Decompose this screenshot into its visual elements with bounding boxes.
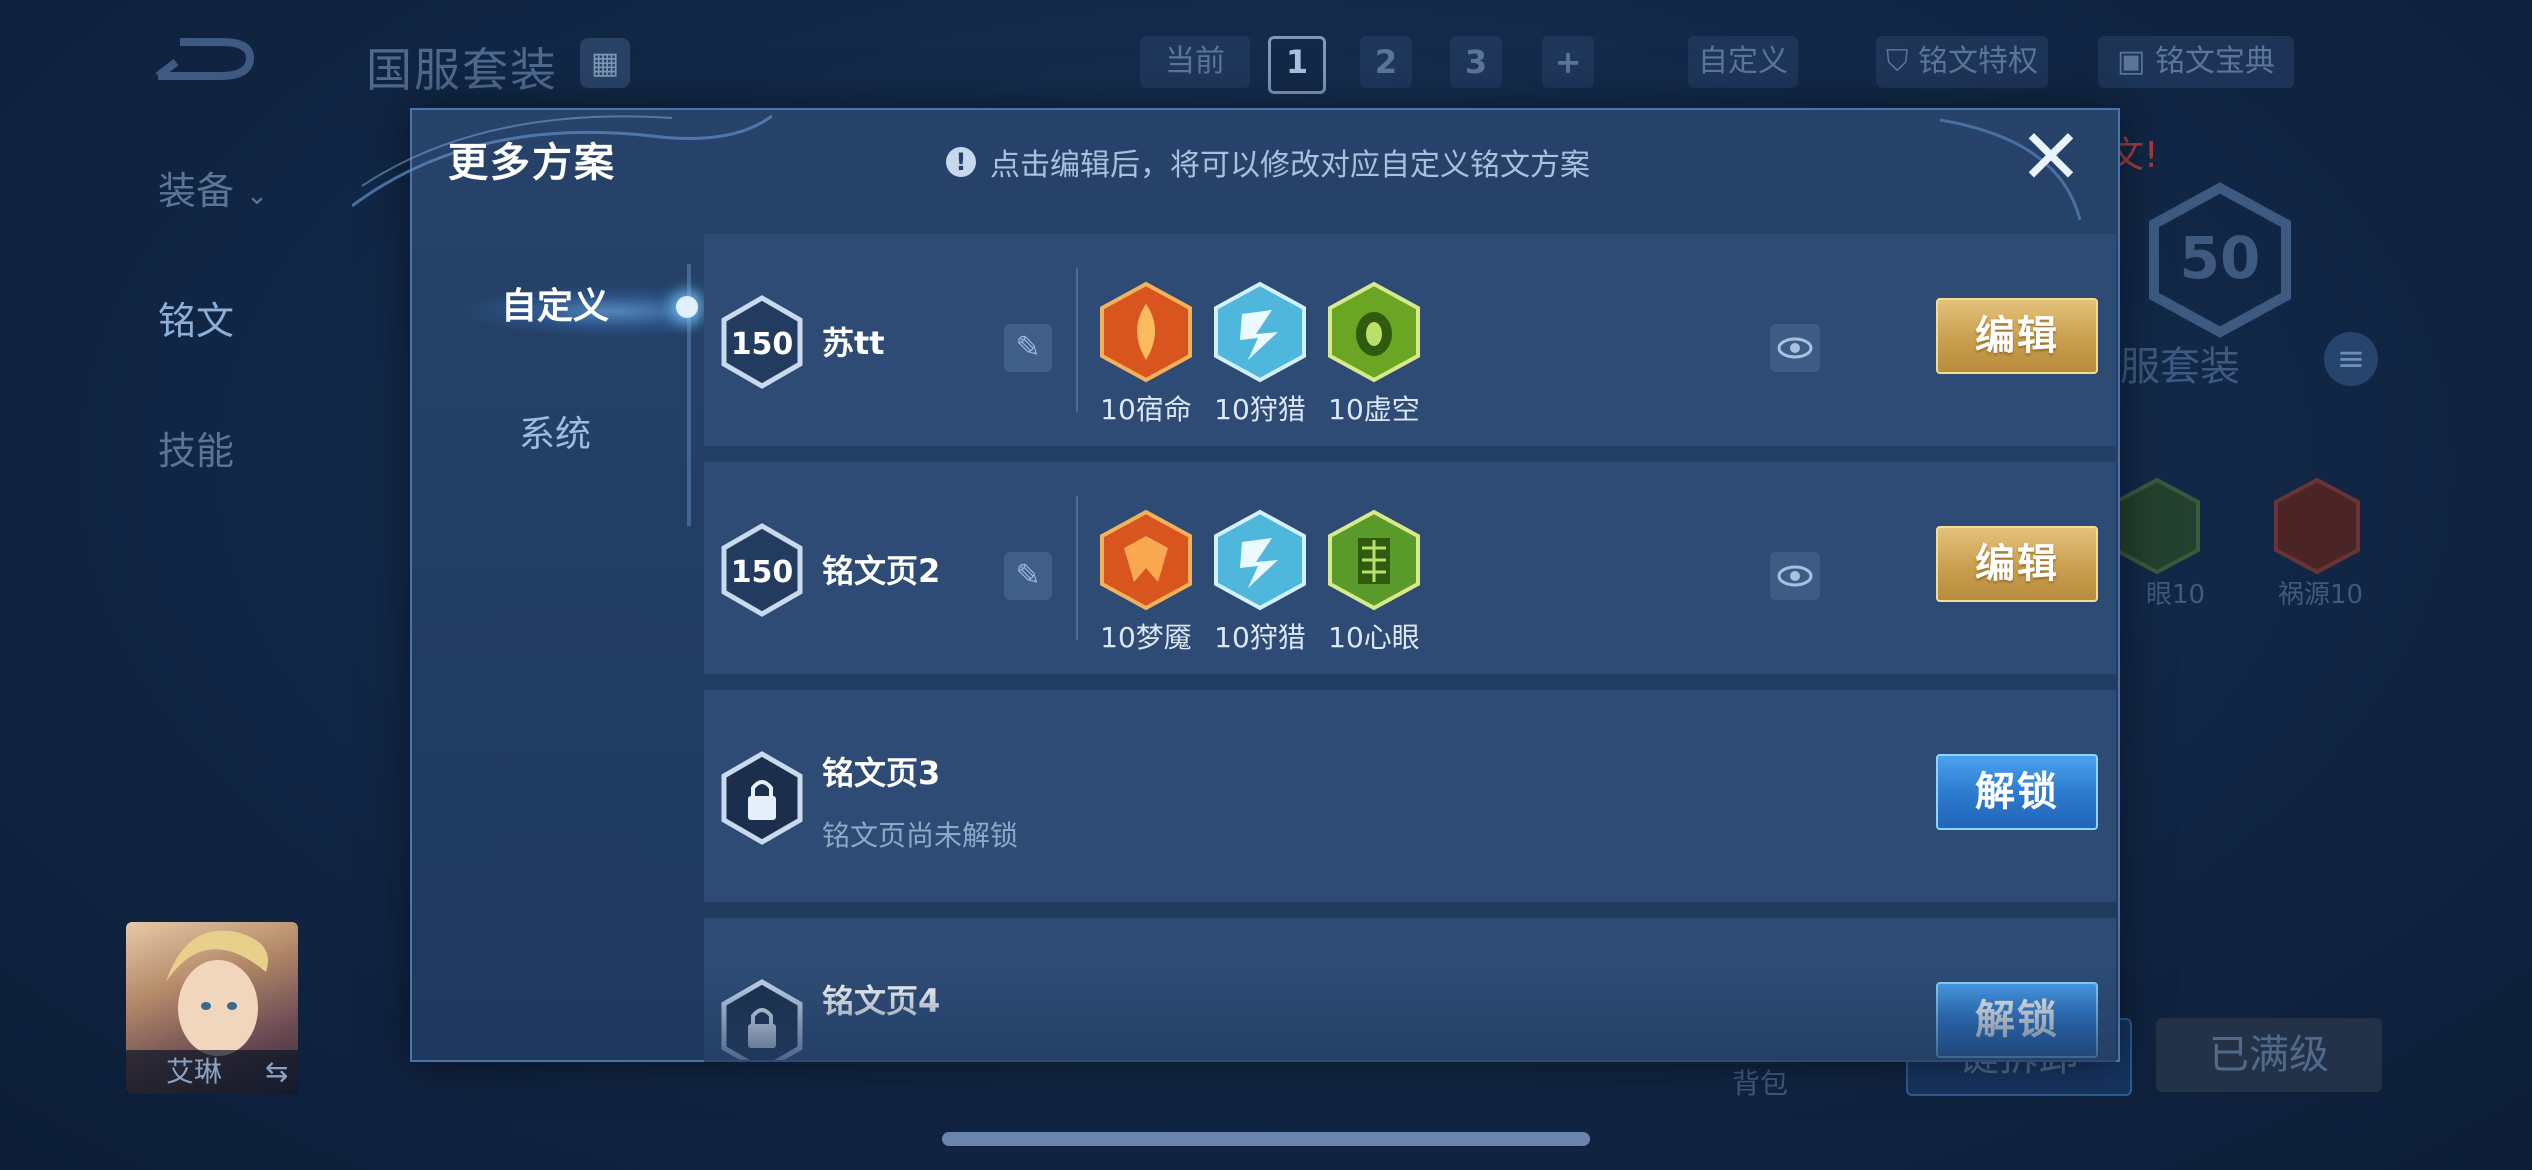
bag-label[interactable]: 背包 bbox=[1732, 1062, 1788, 1102]
rune-label-faded: 眼10 bbox=[2146, 580, 2206, 610]
page-name: 铭文页4 bbox=[822, 982, 941, 1020]
lock-badge-icon bbox=[721, 751, 803, 845]
page-tab-2[interactable]: 2 bbox=[1360, 36, 1412, 88]
page-tab-3[interactable]: 3 bbox=[1450, 36, 1502, 88]
rune-label: 10心眼 bbox=[1328, 621, 1420, 654]
rune-page-row: 150 铭文页2 ✎ 10梦魇 10狩猎 10心眼 编辑 bbox=[704, 462, 2116, 674]
rune-icon-faded bbox=[2274, 477, 2360, 575]
tab-skills[interactable]: 技能 bbox=[158, 420, 234, 475]
privilege-button[interactable]: ⛉ 铭文特权 bbox=[1876, 36, 2048, 88]
crown-icon: ⛉ bbox=[1885, 44, 1919, 79]
tab-equipment[interactable]: 装备 ⌄ bbox=[158, 160, 268, 215]
eye-icon[interactable] bbox=[1770, 552, 1820, 600]
book-icon: ▣ bbox=[2117, 44, 2155, 79]
rune-page-list[interactable]: 150 苏tt ✎ 10宿命 10狩猎 10虚空 编辑 150 铭文页2 ✎ 1… bbox=[704, 224, 2116, 1060]
grid-icon[interactable]: ▦ bbox=[580, 38, 630, 88]
rune-page-row: 150 苏tt ✎ 10宿命 10狩猎 10虚空 编辑 bbox=[704, 234, 2116, 446]
rune-icon-hunt bbox=[1214, 509, 1306, 611]
nav-indicator bbox=[676, 296, 698, 318]
swap-icon: ⇆ bbox=[264, 1055, 289, 1088]
edit-button[interactable]: 编辑 bbox=[1936, 298, 2098, 374]
hint-text: ! 点击编辑后，将可以修改对应自定义铭文方案 bbox=[946, 140, 1590, 184]
eye-icon[interactable] bbox=[1770, 324, 1820, 372]
codex-button[interactable]: ▣ 铭文宝典 bbox=[2098, 36, 2294, 88]
level-fragment: 50 bbox=[2180, 224, 2261, 292]
divider bbox=[1076, 268, 1078, 412]
rename-pen-icon[interactable]: ✎ bbox=[1004, 324, 1052, 372]
chevron-down-icon: ⌄ bbox=[246, 181, 268, 211]
edit-button[interactable]: 编辑 bbox=[1936, 526, 2098, 602]
rune-icon-nightmare bbox=[1100, 509, 1192, 611]
locked-status: 铭文页尚未解锁 bbox=[822, 819, 1019, 852]
rune-icon-fate bbox=[1100, 281, 1192, 383]
current-label: 当前 bbox=[1140, 36, 1250, 88]
background-title: 国服套装 bbox=[366, 43, 558, 97]
rune-icon-faded bbox=[2114, 477, 2200, 575]
back-icon[interactable] bbox=[150, 36, 260, 86]
rune-icon-hunt bbox=[1214, 281, 1306, 383]
page-name: 铭文页2 bbox=[822, 552, 941, 590]
level-value: 150 bbox=[731, 555, 794, 590]
tab-runes[interactable]: 铭文 bbox=[158, 290, 234, 345]
page-name: 铭文页3 bbox=[822, 754, 941, 792]
hero-name: 艾琳 ⇆ bbox=[126, 1050, 298, 1094]
max-level-button[interactable]: 已满级 bbox=[2156, 1018, 2382, 1092]
dialog-header: 更多方案 ! 点击编辑后，将可以修改对应自定义铭文方案 ✕ bbox=[412, 110, 2118, 224]
add-page-button[interactable]: + bbox=[1542, 36, 1594, 88]
level-badge: 150 bbox=[721, 523, 803, 617]
rune-icon-mind-eye bbox=[1328, 509, 1420, 611]
rune-label: 10虚空 bbox=[1328, 393, 1420, 426]
nav-system[interactable]: 系统 bbox=[412, 392, 698, 478]
level-badge: 150 bbox=[721, 295, 803, 389]
page-name: 苏tt bbox=[822, 324, 885, 362]
unlock-button[interactable]: 解锁 bbox=[1936, 754, 2098, 830]
rune-page-row-locked: 铭文页3 铭文页尚未解锁 解锁 bbox=[704, 690, 2116, 902]
lock-badge-icon bbox=[721, 979, 803, 1060]
divider bbox=[1076, 496, 1078, 640]
rune-icon-void bbox=[1328, 281, 1420, 383]
more-plans-dialog: 更多方案 ! 点击编辑后，将可以修改对应自定义铭文方案 ✕ 自定义 系统 150… bbox=[352, 108, 2120, 1062]
rune-label: 10狩猎 bbox=[1214, 621, 1306, 654]
rune-label-faded: 祸源10 bbox=[2278, 580, 2364, 610]
rename-pen-icon[interactable]: ✎ bbox=[1004, 552, 1052, 600]
custom-pill[interactable]: 自定义 bbox=[1688, 36, 1798, 88]
nav-custom[interactable]: 自定义 bbox=[412, 264, 698, 350]
level-hex-icon: 50 bbox=[2149, 182, 2291, 338]
side-nav: 自定义 系统 bbox=[412, 224, 698, 1062]
unlock-button[interactable]: 解锁 bbox=[1936, 982, 2098, 1058]
rune-label: 10梦魇 bbox=[1100, 621, 1192, 654]
dialog-title: 更多方案 bbox=[448, 140, 616, 186]
rune-page-row-locked: 铭文页4 解锁 bbox=[704, 918, 2116, 1060]
level-value: 150 bbox=[731, 327, 794, 362]
rune-label: 10狩猎 bbox=[1214, 393, 1306, 426]
list-icon[interactable]: ≡ bbox=[2324, 332, 2378, 386]
page-tab-1[interactable]: 1 bbox=[1268, 36, 1326, 94]
close-button[interactable]: ✕ bbox=[2018, 119, 2084, 195]
set-title-fragment: 服套装 bbox=[2120, 344, 2240, 390]
home-indicator[interactable] bbox=[942, 1132, 1590, 1146]
rune-label: 10宿命 bbox=[1100, 393, 1192, 426]
info-icon: ! bbox=[946, 147, 976, 177]
